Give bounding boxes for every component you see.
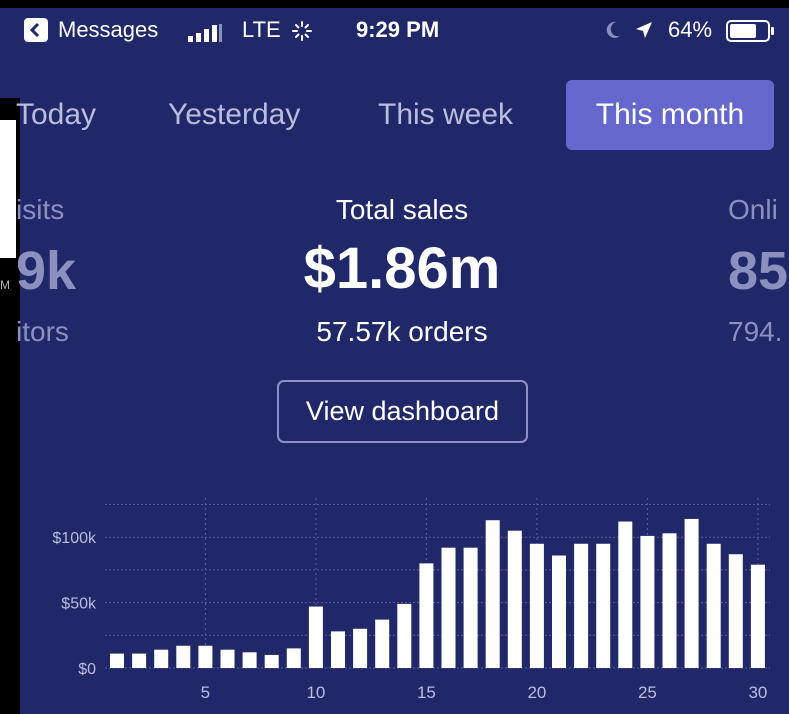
clock-time: 9:29 PM [356, 17, 440, 42]
chart-bar [728, 554, 743, 668]
status-bar: Messages LTE 9:29 PM 64% [0, 8, 789, 50]
online-value: 85 [728, 241, 789, 301]
tab-today[interactable]: Today [16, 80, 96, 150]
visits-sub: itors [16, 316, 69, 347]
chart-bar [552, 555, 566, 668]
total-sales-caption: Total sales [335, 194, 469, 225]
chart-bar [242, 652, 257, 668]
activity-spinner-icon [292, 21, 312, 47]
visits-card[interactable]: isits 9k itors [16, 194, 76, 348]
chart-bar [308, 606, 323, 668]
tab-yesterday[interactable]: Yesterday [168, 80, 300, 150]
chart-bar [154, 649, 169, 668]
x-tick-label: 5 [201, 683, 210, 702]
signal-bars-icon [188, 22, 224, 48]
chart-bar [110, 653, 124, 668]
y-tick-label: $50k [61, 596, 97, 613]
chart-bar [684, 518, 699, 668]
app-screen: Messages LTE 9:29 PM 64% M Today Yesterd… [0, 0, 789, 714]
chart-bar [176, 645, 191, 668]
left-edge-glyph: M [0, 278, 10, 292]
x-tick-label: 15 [417, 683, 436, 702]
chart-bar [220, 649, 235, 668]
online-card[interactable]: Onli 85 794. [728, 194, 788, 348]
top-edge [0, 0, 789, 8]
chart-bar [286, 648, 301, 668]
network-type: LTE [242, 17, 281, 42]
visits-caption: isits [16, 194, 65, 225]
chart-bar [574, 543, 589, 668]
chart-bar [264, 654, 279, 668]
y-tick-label: $100k [52, 530, 97, 547]
y-tick-label: $0 [78, 661, 96, 678]
battery-icon [726, 20, 776, 48]
chart-bar [662, 533, 677, 668]
chart-bar [375, 619, 390, 668]
location-arrow-icon [634, 20, 654, 46]
chart-bar [198, 645, 213, 668]
battery-percent: 64% [668, 17, 713, 42]
online-sub: 794. [728, 316, 783, 347]
x-tick-label: 30 [748, 683, 767, 702]
x-tick-label: 25 [638, 683, 657, 702]
chart-bar [132, 653, 147, 668]
chart-bar [640, 535, 655, 668]
back-arrow-icon[interactable] [24, 18, 48, 42]
chart-bar [485, 520, 500, 668]
chart-bar [463, 547, 478, 668]
chart-bar [507, 530, 522, 668]
visits-value: 9k [16, 241, 77, 301]
view-dashboard-button[interactable]: View dashboard [277, 380, 528, 443]
chart-bar [750, 564, 765, 668]
chart-bar [441, 547, 456, 668]
chart-bar [618, 521, 633, 668]
chart-bar [353, 628, 368, 668]
chart-bar [397, 603, 412, 668]
x-tick-label: 20 [527, 683, 546, 702]
do-not-disturb-moon-icon [604, 20, 622, 46]
orders-count: 57.57k orders [316, 316, 488, 347]
tab-this-week[interactable]: This week [378, 80, 513, 150]
chart-bar [419, 563, 434, 668]
online-caption: Onli [728, 194, 778, 225]
sales-bar-chart: $0 $50k $100k 5 10 15 20 25 30 [52, 498, 770, 702]
total-sales-value: $1.86m [303, 236, 501, 301]
x-tick-label: 10 [306, 683, 325, 702]
chart-bar [331, 631, 345, 668]
total-sales-card: Total sales $1.86m 57.57k orders [252, 194, 552, 348]
left-edge-panel [0, 120, 16, 258]
chart-bar [596, 543, 611, 668]
chart-bar [706, 543, 721, 668]
tab-this-month[interactable]: This month [566, 80, 774, 150]
chart-bar [529, 543, 544, 668]
back-app-label[interactable]: Messages [58, 17, 158, 43]
